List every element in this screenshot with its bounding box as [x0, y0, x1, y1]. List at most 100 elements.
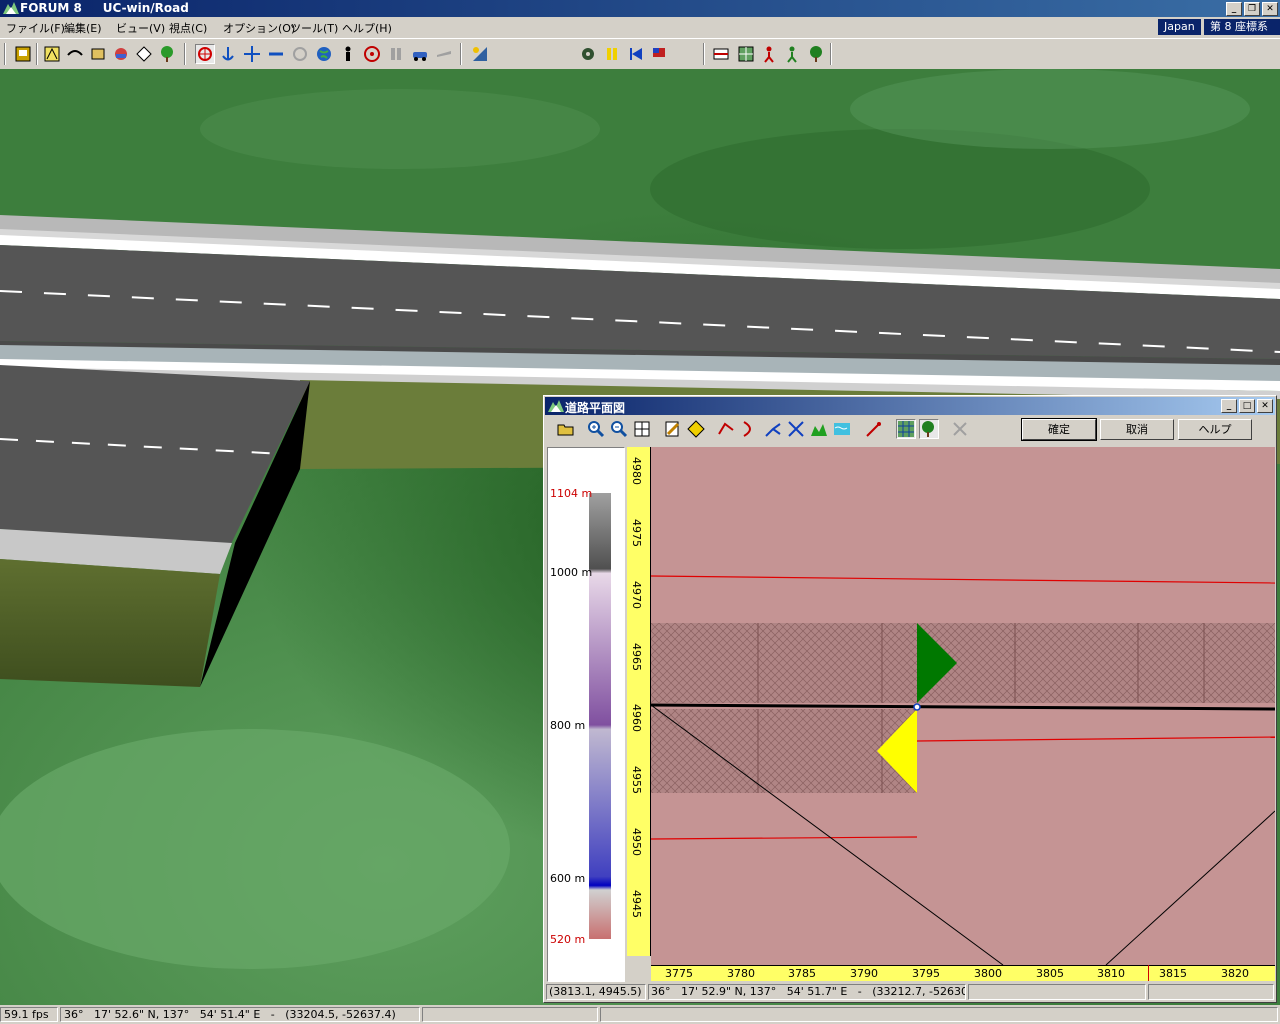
pause-icon[interactable]	[602, 44, 622, 64]
position-readout: 36° 17' 52.6" N, 137° 54' 51.4" E - (332…	[60, 1007, 420, 1022]
car-icon[interactable]	[410, 44, 430, 64]
edit-road-icon[interactable]	[663, 419, 683, 439]
forum8-logo-icon	[548, 400, 564, 412]
edit-model-icon[interactable]	[88, 44, 108, 64]
ruler-x-label: 3800	[974, 967, 1002, 980]
control-point-handle[interactable]	[913, 703, 921, 711]
status-panel-4	[600, 1007, 1278, 1022]
close-button[interactable]: ✕	[1257, 399, 1273, 413]
road-plan-title: 道路平面図	[565, 401, 626, 415]
ruler-x-label: 3775	[665, 967, 693, 980]
vehicle-icon[interactable]	[111, 44, 131, 64]
ruler-y-label: 4970	[630, 581, 643, 609]
menu-edit[interactable]: 編集(E)	[64, 20, 102, 36]
legend-label: 800 m	[550, 719, 586, 732]
road-design-icon[interactable]	[42, 44, 62, 64]
steering-wheel-icon[interactable]	[362, 44, 382, 64]
elevation-legend: 1104 m 1000 m 800 m 600 m 520 m	[547, 447, 625, 982]
menu-view[interactable]: ビュー(V)	[116, 20, 165, 36]
ruler-x-label: 3815	[1159, 967, 1187, 980]
gear-icon[interactable]	[578, 44, 598, 64]
road-plan-window: 道路平面図 _ □ ✕ 確定 取消 ヘルプ 1104 m 1000 m 800 …	[543, 395, 1277, 1003]
ruler-corner	[627, 956, 651, 981]
legend-label: 600 m	[550, 872, 586, 885]
plan-geo-coords: 36° 17' 52.9" N, 137° 54' 51.7" E - (332…	[648, 984, 966, 1000]
open-folder-icon[interactable]	[556, 419, 576, 439]
legend-label: 1000 m	[550, 566, 593, 579]
person-red-icon[interactable]	[759, 44, 779, 64]
move-view-icon[interactable]	[242, 44, 262, 64]
zoom-out-icon[interactable]	[609, 419, 629, 439]
elevation-color-bar	[589, 493, 611, 939]
add-point-icon[interactable]	[864, 419, 884, 439]
coord-system-badge: 第 8 座標系	[1204, 19, 1280, 35]
road-plan-canvas[interactable]	[651, 447, 1275, 965]
traffic-icon[interactable]	[711, 44, 731, 64]
open-project-icon[interactable]	[13, 44, 33, 64]
menu-options[interactable]: オプション(O)	[223, 20, 295, 36]
airplane-disabled-icon[interactable]	[434, 44, 454, 64]
minimize-button[interactable]: _	[1226, 2, 1242, 16]
legend-label-max: 1104 m	[550, 487, 593, 500]
intersection-icon[interactable]	[786, 419, 806, 439]
ruler-x-label: 3820	[1221, 967, 1249, 980]
menu-help[interactable]: ヘルプ(H)	[342, 20, 392, 36]
confirm-button[interactable]: 確定	[1021, 418, 1097, 441]
app-title: FORUM 8 UC-win/Road	[20, 1, 189, 15]
sign-icon[interactable]	[134, 44, 154, 64]
flag-icon[interactable]	[649, 44, 669, 64]
map-grid-icon[interactable]	[736, 44, 756, 64]
ruler-x-label: 3790	[850, 967, 878, 980]
ruler-y-label: 4950	[630, 828, 643, 856]
delete-disabled-icon[interactable]	[950, 419, 970, 439]
pause-disabled-icon[interactable]	[386, 44, 406, 64]
skip-back-icon[interactable]	[626, 44, 646, 64]
fit-all-icon[interactable]	[632, 419, 652, 439]
tree-placement-icon[interactable]	[919, 419, 939, 439]
legend-label-min: 520 m	[550, 933, 586, 946]
terrain-icon[interactable]	[809, 419, 829, 439]
ruler-y-label: 4945	[630, 890, 643, 918]
ruler-y-label: 4980	[630, 457, 643, 485]
restore-button[interactable]: ❐	[1244, 2, 1260, 16]
help-button[interactable]: ヘルプ	[1178, 419, 1252, 440]
vertical-ruler[interactable]: 4980 4975 4970 4965 4960 4955 4950 4945	[627, 447, 651, 956]
walker-icon[interactable]	[338, 44, 358, 64]
menu-tools[interactable]: ツール(T)	[290, 20, 338, 36]
water-icon[interactable]	[832, 419, 852, 439]
edit-curve-icon[interactable]	[739, 419, 759, 439]
plan-status-panel-3	[968, 984, 1146, 1000]
cancel-button[interactable]: 取消	[1100, 419, 1174, 440]
ruler-x-label: 3795	[912, 967, 940, 980]
grid-toggle-icon[interactable]	[896, 419, 916, 439]
add-curve-icon[interactable]	[716, 419, 736, 439]
ruler-y-label: 4960	[630, 704, 643, 732]
ruler-x-label: 3780	[727, 967, 755, 980]
rotate-view-icon[interactable]	[195, 44, 215, 64]
road-sign-icon[interactable]	[686, 419, 706, 439]
orbit-disabled-icon[interactable]	[290, 44, 310, 64]
ruler-y-label: 4955	[630, 766, 643, 794]
road-plan-title-bar: 道路平面図 _ □ ✕	[545, 397, 1275, 415]
ruler-x-label: 3785	[788, 967, 816, 980]
tree-model-icon[interactable]	[806, 44, 826, 64]
ruler-x-label: 3810	[1097, 967, 1125, 980]
bridge-icon[interactable]	[65, 44, 85, 64]
branch-road-icon[interactable]	[763, 419, 783, 439]
region-badge: Japan	[1158, 19, 1201, 35]
menu-file[interactable]: ファイル(F)	[6, 20, 65, 36]
zoom-in-icon[interactable]	[586, 419, 606, 439]
horizontal-ruler[interactable]: 3775 3780 3785 3790 3795 3800 3805 3810 …	[651, 965, 1275, 981]
anchor-icon[interactable]	[218, 44, 238, 64]
close-button[interactable]: ✕	[1262, 2, 1278, 16]
maximize-button[interactable]: □	[1239, 399, 1255, 413]
menu-viewpoint[interactable]: 視点(C)	[169, 20, 207, 36]
globe-icon[interactable]	[314, 44, 334, 64]
app-title-bar: FORUM 8 UC-win/Road _ ❐ ✕	[0, 0, 1280, 17]
tree-icon[interactable]	[157, 44, 177, 64]
sun-position-icon[interactable]	[470, 44, 490, 64]
pan-view-icon[interactable]	[266, 44, 286, 64]
person-green-icon[interactable]	[782, 44, 802, 64]
minimize-button[interactable]: _	[1221, 399, 1237, 413]
main-toolbar: 現在 ▼ 2D	[0, 38, 1280, 101]
